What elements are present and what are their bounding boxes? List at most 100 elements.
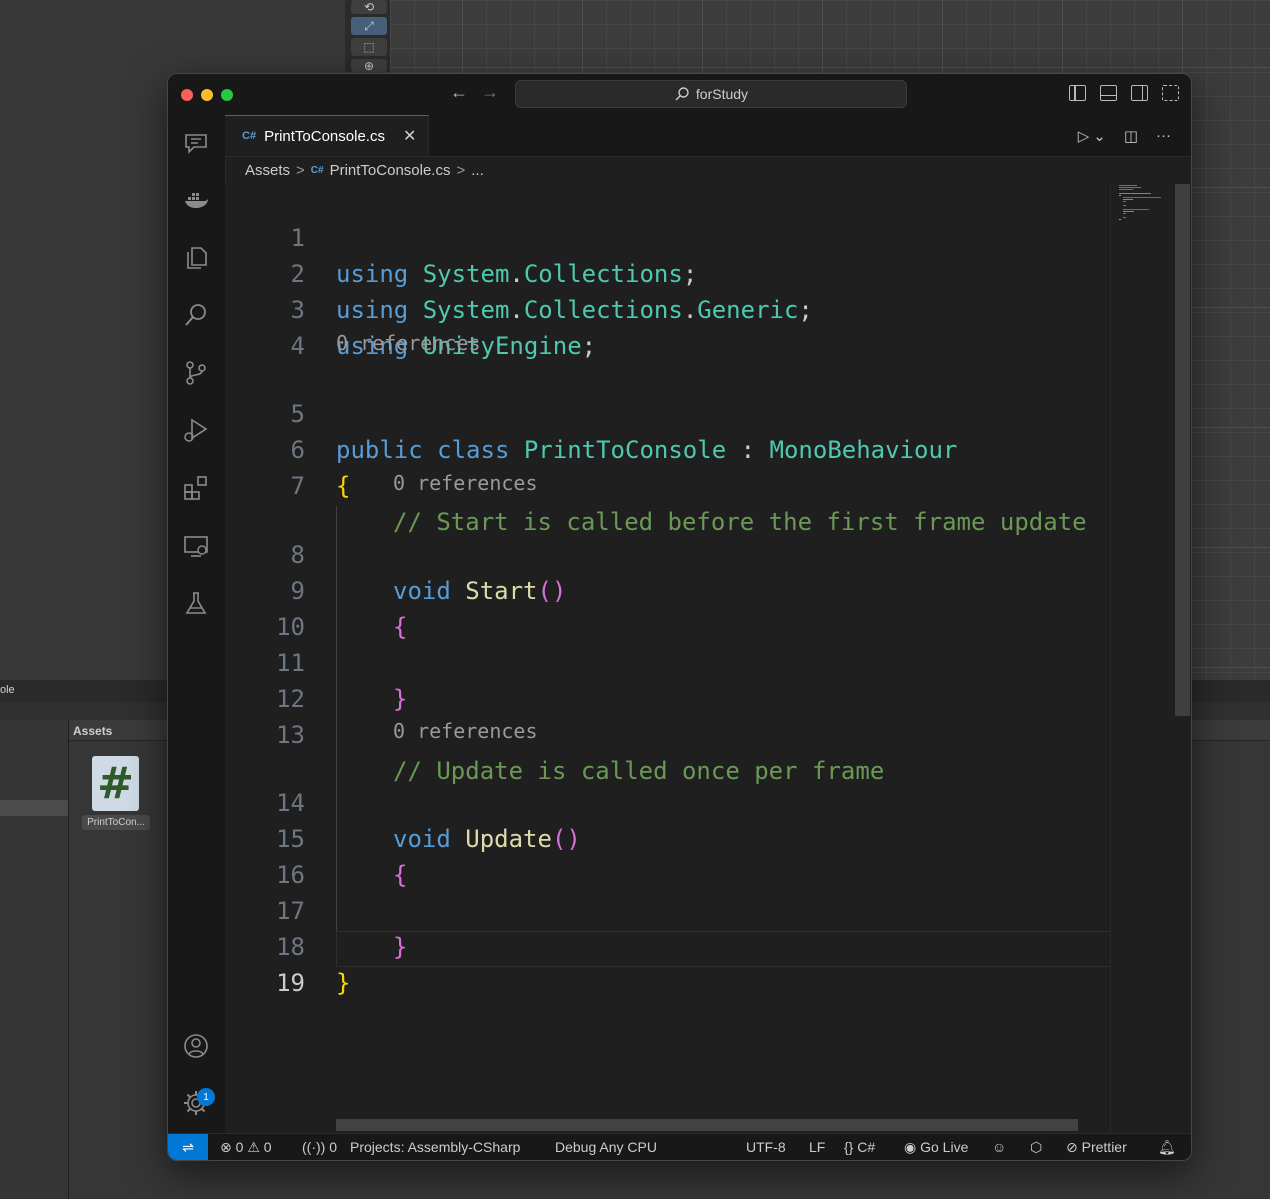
ports-count: 0 [329,1139,337,1155]
code-line[interactable]: 14 void Update() [225,749,1110,853]
code-line[interactable]: 8 void Start() [225,501,1110,605]
vertical-scrollbar-thumb[interactable] [1175,184,1190,716]
line-number: 13 [276,721,305,749]
minimap[interactable] [1110,184,1176,1134]
command-center-search[interactable]: forStudy [515,80,907,108]
remote-indicator-icon[interactable]: ⇌ [168,1134,208,1160]
accounts-icon[interactable] [181,1031,211,1061]
vscode-window: ← → forStudy 1 C# PrintToConsole.cs ✕ ▷ … [167,73,1192,1161]
scale-tool-icon[interactable]: ⤢ [351,17,387,35]
go-live-label: Go Live [920,1139,969,1155]
code-line[interactable]: 11 } [225,609,1110,713]
more-actions-icon[interactable]: ··· [1156,127,1171,145]
rotate-tool-icon[interactable]: ⟲ [351,0,387,14]
activity-bar [168,115,226,1133]
breadcrumb-separator: > [456,162,466,179]
braces-icon: {} [844,1139,854,1155]
code-line[interactable]: 7 // Start is called before the first fr… [225,432,1110,536]
code-line[interactable]: 12 [225,645,1110,713]
minimap-preview [1119,185,1161,220]
unity-console-tab[interactable]: ole [0,684,15,696]
breadcrumb-symbols[interactable]: ... [471,162,484,179]
warning-icon: ⚠ [247,1139,260,1155]
rect-tool-icon[interactable]: ⬚ [351,38,387,56]
breadcrumb-file[interactable]: PrintToConsole.cs [330,162,451,179]
code-lens-references[interactable]: 0 references [393,716,538,746]
language-label: C# [857,1139,876,1155]
code-line[interactable]: 10 [225,573,1110,641]
extensions-icon[interactable] [181,473,211,503]
source-control-icon[interactable] [181,358,211,388]
close-window-button[interactable] [181,89,193,101]
ports-status[interactable]: ((·)) 0 [302,1139,337,1155]
search-icon [675,87,689,101]
docker-icon[interactable] [181,186,211,216]
problems-status[interactable]: ⊗ 0 ⚠ 0 [220,1139,272,1156]
warning-count: 0 [263,1139,272,1155]
customize-layout-icon[interactable] [1162,85,1179,101]
code-line[interactable]: 17 } [225,857,1110,961]
code-line[interactable]: 3 using UnityEngine; [225,256,1110,360]
eol-status[interactable]: LF [809,1139,825,1155]
notifications-bell-icon[interactable]: 🔔︎ [1158,1139,1176,1156]
run-dropdown-icon[interactable]: ⌄ [1093,127,1106,145]
code-line[interactable]: 5 public class PrintToConsole : MonoBeha… [225,360,1110,464]
unity-project-tree[interactable] [0,720,69,1199]
back-arrow-icon[interactable]: ← [450,82,468,103]
testing-icon[interactable] [181,588,211,618]
copilot-icon[interactable]: ☺ [992,1139,1006,1155]
csharp-script-icon[interactable]: # [92,756,139,811]
status-bar: ⇌ ⊗ 0 ⚠ 0 ((·)) 0 Projects: Assembly-CSh… [168,1133,1191,1160]
code-line[interactable]: 2 using System.Collections.Generic; [225,220,1110,324]
code-line[interactable]: 15 { [225,785,1110,889]
split-editor-icon[interactable]: ◫ [1124,127,1138,145]
workspace-name: forStudy [695,86,749,102]
minimize-window-button[interactable] [201,89,213,101]
toggle-panel-icon[interactable] [1100,85,1117,101]
code-line[interactable]: 6 { [225,396,1110,500]
run-and-debug-icon[interactable] [181,415,211,445]
code-line[interactable]: 4 [225,292,1110,360]
toggle-secondary-sidebar-icon[interactable] [1131,85,1148,101]
tab-label: PrintToConsole.cs [264,127,385,145]
run-icon[interactable]: ▷ [1078,127,1090,145]
broadcast-icon: ((·)) [302,1139,326,1155]
language-status[interactable]: {} C# [844,1139,875,1155]
close-tab-icon[interactable]: ✕ [403,126,416,146]
code-line[interactable]: 18 } [225,893,1110,997]
go-live-status[interactable]: ◉ Go Live [904,1139,968,1156]
prettier-label: Prettier [1081,1139,1127,1155]
code-lens-references[interactable]: 0 references [336,328,481,358]
code-line[interactable]: 13 // Update is called once per frame [225,681,1110,785]
encoding-status[interactable]: UTF-8 [746,1139,786,1155]
tab-print-to-console[interactable]: C# PrintToConsole.cs ✕ [225,115,429,156]
code-line[interactable]: 1 using System.Collections; [225,184,1110,288]
breadcrumb-separator: > [296,162,305,179]
csharp-dev-kit-icon[interactable]: ⬡ [1030,1139,1042,1156]
prettier-status[interactable]: ⊘ Prettier [1066,1139,1127,1156]
chat-icon[interactable] [181,129,211,159]
title-bar: ← → forStudy [168,74,1191,116]
unity-tree-selected-item[interactable] [0,800,68,816]
debug-config-status[interactable]: Debug Any CPU [555,1139,657,1155]
code-editor[interactable]: 1 using System.Collections; 2 using Syst… [225,184,1110,1134]
toggle-primary-sidebar-icon[interactable] [1069,85,1086,101]
breadcrumb: Assets > C# PrintToConsole.cs > ... [245,162,484,179]
search-view-icon[interactable] [181,300,211,330]
horizontal-scrollbar-thumb[interactable] [336,1119,1078,1131]
code-line[interactable]: 9 { [225,537,1110,641]
transform-tool-icon[interactable]: ⊕ [351,59,387,73]
code-lens-references[interactable]: 0 references [393,468,538,498]
code-line[interactable]: 16 [225,821,1110,889]
explorer-icon[interactable] [181,243,211,273]
projects-status[interactable]: Projects: Assembly-CSharp [350,1139,520,1155]
code-line[interactable]: 19 [225,929,1110,997]
broadcast-icon: ◉ [904,1139,917,1155]
asset-label[interactable]: PrintToCon... [82,815,150,830]
line-text: } [336,969,351,997]
zoom-window-button[interactable] [221,89,233,101]
forward-arrow-icon[interactable]: → [481,82,499,103]
remote-explorer-icon[interactable] [181,531,211,561]
layout-controls [1069,85,1179,101]
breadcrumb-assets[interactable]: Assets [245,162,290,179]
